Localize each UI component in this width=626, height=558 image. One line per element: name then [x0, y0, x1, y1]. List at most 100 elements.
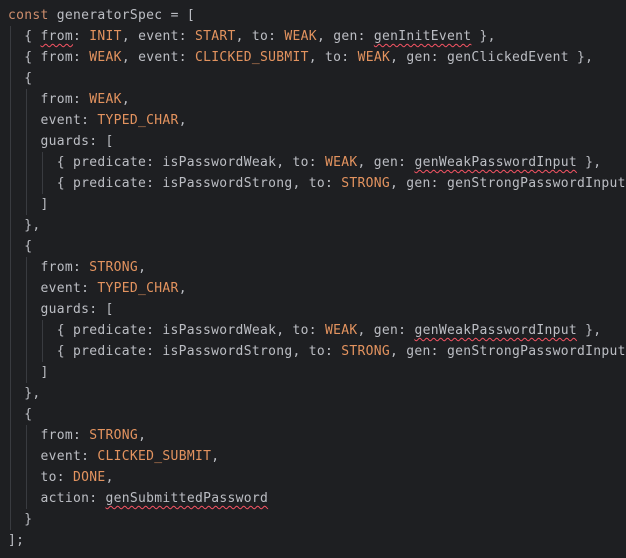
- constant-token: WEAK: [325, 155, 358, 170]
- code-line: const generatorSpec = [: [8, 5, 626, 26]
- code-line: from: STRONG,: [8, 425, 626, 446]
- property-token: to: [40, 470, 57, 485]
- property-token: predicate: [73, 176, 147, 191]
- property-token: predicate: [73, 155, 147, 170]
- function-token: isPasswordStrong: [162, 176, 293, 191]
- code-line: },: [8, 215, 626, 236]
- indent-guide: [42, 320, 43, 341]
- function-token: genStrongPasswordInput: [446, 176, 626, 191]
- code-line: },: [8, 383, 626, 404]
- code-line: guards: [: [8, 299, 626, 320]
- indent-guide: [10, 110, 11, 131]
- indent-guide: [26, 320, 27, 341]
- indent-guide: [10, 299, 11, 320]
- code-line: event: TYPED_CHAR,: [8, 110, 626, 131]
- indent-guide: [26, 278, 27, 299]
- indent-guide: [26, 467, 27, 488]
- code-line: { predicate: isPasswordWeak, to: WEAK, g…: [8, 320, 626, 341]
- constant-token: TYPED_CHAR: [97, 113, 179, 128]
- indent-guide: [26, 194, 27, 215]
- function-token: isPasswordWeak: [162, 323, 277, 338]
- indent-guide: [26, 341, 27, 362]
- indent-guide: [26, 110, 27, 131]
- property-token: from: [40, 50, 74, 65]
- constant-token: WEAK: [284, 29, 317, 44]
- code-line: { predicate: isPasswordWeak, to: WEAK, g…: [8, 152, 626, 173]
- indent-guide: [10, 467, 11, 488]
- constant-token: STRONG: [341, 344, 391, 359]
- indent-guide: [10, 383, 11, 404]
- constant-token: WEAK: [325, 323, 358, 338]
- code-line: action: genSubmittedPassword: [8, 488, 626, 509]
- constant-token: WEAK: [89, 50, 122, 65]
- indent-guide: [26, 488, 27, 509]
- property-token: gen: [373, 155, 399, 170]
- code-line: {: [8, 404, 626, 425]
- identifier-token: generatorSpec: [56, 8, 163, 23]
- constant-token: CLICKED_SUBMIT: [194, 50, 309, 65]
- code-line: {: [8, 236, 626, 257]
- indent-guide: [26, 152, 27, 173]
- indent-guide: [10, 131, 11, 152]
- code-line: event: TYPED_CHAR,: [8, 278, 626, 299]
- indent-guide: [42, 173, 43, 194]
- property-token: event: [138, 29, 179, 44]
- property-token: event: [138, 50, 179, 65]
- property-token: event: [40, 449, 82, 464]
- indent-guide: [42, 152, 43, 173]
- indent-guide: [26, 257, 27, 278]
- indent-guide: [10, 236, 11, 257]
- property-token: from: [40, 29, 74, 44]
- constant-token: STRONG: [89, 260, 139, 275]
- code-line: from: WEAK,: [8, 89, 626, 110]
- property-token: guards: [40, 302, 90, 317]
- indent-guide: [10, 488, 11, 509]
- indent-guide: [10, 509, 11, 530]
- indent-guide: [10, 173, 11, 194]
- indent-guide: [10, 341, 11, 362]
- code-line: ];: [8, 530, 626, 551]
- punctuation-token: = [: [162, 8, 195, 23]
- code-line: to: DONE,: [8, 467, 626, 488]
- property-token: event: [40, 113, 82, 128]
- function-token: genWeakPasswordInput: [414, 155, 577, 170]
- code-line: ]: [8, 362, 626, 383]
- code-lines: const generatorSpec = [ { from: INIT, ev…: [8, 5, 626, 551]
- indent-guide: [10, 404, 11, 425]
- code-line: ]: [8, 194, 626, 215]
- indent-guide: [26, 425, 27, 446]
- function-token: genWeakPasswordInput: [414, 323, 577, 338]
- indent-guide: [26, 362, 27, 383]
- property-token: to: [325, 50, 342, 65]
- property-token: predicate: [73, 323, 147, 338]
- constant-token: WEAK: [357, 50, 391, 65]
- function-token: isPasswordWeak: [162, 155, 277, 170]
- keyword-token: const: [8, 8, 49, 23]
- indent-guide: [10, 257, 11, 278]
- function-token: isPasswordStrong: [162, 344, 293, 359]
- indent-guide: [10, 26, 11, 47]
- property-token: gen: [333, 29, 358, 44]
- code-line: { from: WEAK, event: CLICKED_SUBMIT, to:…: [8, 47, 626, 68]
- property-token: gen: [406, 176, 431, 191]
- property-token: from: [40, 260, 74, 275]
- indent-guide: [10, 215, 11, 236]
- constant-token: DONE: [73, 470, 106, 485]
- constant-token: INIT: [89, 29, 122, 44]
- property-token: to: [292, 323, 309, 338]
- property-token: from: [40, 428, 74, 443]
- indent-guide: [10, 152, 11, 173]
- property-token: to: [308, 176, 325, 191]
- code-line: { from: INIT, event: START, to: WEAK, ge…: [8, 26, 626, 47]
- code-line: from: STRONG,: [8, 257, 626, 278]
- property-token: event: [40, 281, 82, 296]
- indent-guide: [10, 362, 11, 383]
- property-token: from: [40, 92, 74, 107]
- property-token: action: [40, 491, 90, 506]
- indent-guide: [26, 173, 27, 194]
- constant-token: TYPED_CHAR: [97, 281, 179, 296]
- property-token: to: [292, 155, 309, 170]
- indent-guide: [26, 299, 27, 320]
- function-token: genStrongPasswordInput: [446, 344, 626, 359]
- code-editor[interactable]: const generatorSpec = [ { from: INIT, ev…: [0, 0, 626, 558]
